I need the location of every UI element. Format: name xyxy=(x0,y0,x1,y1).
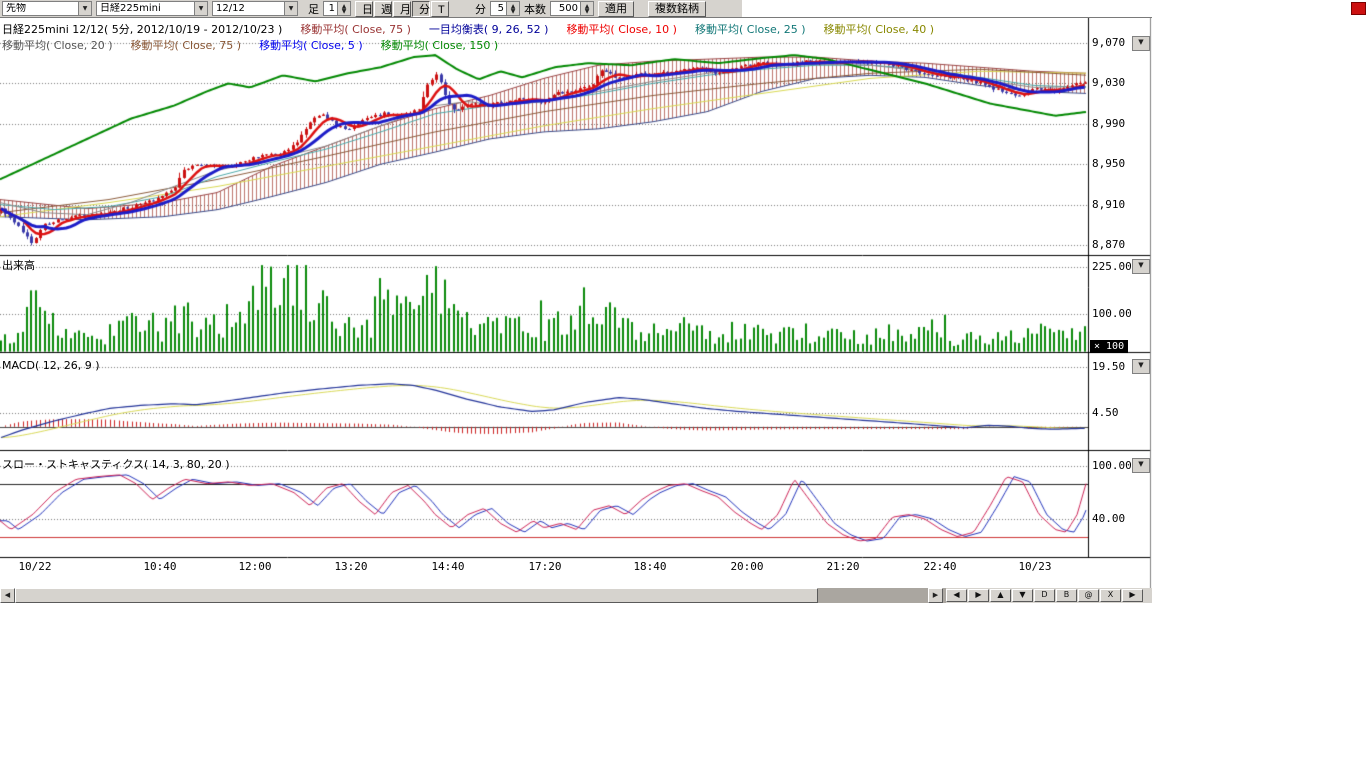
spinner-arrows-icon[interactable]: ▲▼ xyxy=(506,2,519,15)
legend-item: 移動平均( Close, 40 ) xyxy=(824,21,935,37)
chart-tool-button-7[interactable]: X xyxy=(1100,589,1121,602)
legend-row-2: 移動平均( Close, 20 ) 移動平均( Close, 75 ) 移動平均( … xyxy=(2,37,498,53)
minute-label: 分 xyxy=(475,1,486,17)
time-tick-label: 14:40 xyxy=(426,560,470,573)
macd-panel-title: MACD( 12, 26, 9 ) xyxy=(2,359,100,372)
symbol-value: 日経225mini xyxy=(97,3,194,15)
stochastics-panel-title: スロー・ストキャスティクス( 14, 3, 80, 20 ) xyxy=(2,456,230,472)
panel-scale-dropdown-1[interactable]: ▼ xyxy=(1132,259,1150,274)
chart-canvas[interactable] xyxy=(0,18,1152,588)
spinner-arrows-icon[interactable]: ▲▼ xyxy=(337,2,350,15)
axis-label: 8,870 xyxy=(1092,238,1146,251)
time-tick-label: 21:20 xyxy=(821,560,865,573)
panel-scale-dropdown-0[interactable]: ▼ xyxy=(1132,36,1150,51)
legend-item: 移動平均( Close, 20 ) xyxy=(2,37,113,53)
legend-item: 移動平均( Close, 25 ) xyxy=(695,21,806,37)
axis-label: 4.50 xyxy=(1092,406,1146,419)
panel-scale-dropdown-3[interactable]: ▼ xyxy=(1132,458,1150,473)
period-button-2[interactable]: 月 xyxy=(393,1,411,17)
legend-item: 一目均衡表( 9, 26, 52 ) xyxy=(429,21,549,37)
time-tick-label: 10:40 xyxy=(138,560,182,573)
period-button-group: 日週月分T xyxy=(355,1,449,17)
chart-tool-button-4[interactable]: D xyxy=(1034,589,1055,602)
period-button-4[interactable]: T xyxy=(431,1,449,17)
chevron-down-icon[interactable]: ▼ xyxy=(194,2,207,15)
scroll-right-button[interactable]: ▶ xyxy=(928,588,943,603)
panel-scale-dropdown-2[interactable]: ▼ xyxy=(1132,359,1150,374)
legend-item: 移動平均( Close, 10 ) xyxy=(566,21,677,37)
time-tick-label: 13:20 xyxy=(329,560,373,573)
bar-type-label: 足 xyxy=(308,1,319,17)
minute-value-input[interactable]: 5 ▲▼ xyxy=(490,1,520,16)
chart-scrollbar[interactable]: ◀ ▶ ◀▶▲▼DB@X▶ xyxy=(0,588,1152,603)
volume-multiplier-badge: × 100 xyxy=(1090,340,1128,353)
bar-count-input[interactable]: 500 ▲▼ xyxy=(550,1,594,16)
time-tick-label: 17:20 xyxy=(523,560,567,573)
period-button-3[interactable]: 分 xyxy=(412,1,430,17)
chart-tool-button-1[interactable]: ▶ xyxy=(968,589,989,602)
chart-tool-buttons: ◀▶▲▼DB@X▶ xyxy=(946,588,1152,603)
time-tick-label: 12:00 xyxy=(233,560,277,573)
instrument-type-select[interactable]: 先物 ▼ xyxy=(2,1,92,16)
axis-label: 9,030 xyxy=(1092,76,1146,89)
chevron-down-icon[interactable]: ▼ xyxy=(78,2,91,15)
apply-button[interactable]: 適用 xyxy=(598,1,634,17)
toolbar: 先物 ▼ 日経225mini ▼ 12/12 ▼ 足 1 ▲▼ 日週月分T 分 … xyxy=(0,0,1152,18)
chart-tool-button-8[interactable]: ▶ xyxy=(1122,589,1143,602)
legend-row-1: 日経225mini 12/12( 5分, 2012/10/19 - 2012/1… xyxy=(2,21,934,37)
chart-tool-button-2[interactable]: ▲ xyxy=(990,589,1011,602)
legend-item: 移動平均( Close, 75 ) xyxy=(300,21,411,37)
time-tick-label: 20:00 xyxy=(725,560,769,573)
axis-label: 8,990 xyxy=(1092,117,1146,130)
chart-tool-button-5[interactable]: B xyxy=(1056,589,1077,602)
scroll-left-button[interactable]: ◀ xyxy=(0,588,15,603)
axis-label: 8,910 xyxy=(1092,198,1146,211)
time-tick-label: 18:40 xyxy=(628,560,672,573)
legend-item: 移動平均( Close, 5 ) xyxy=(259,37,363,53)
legend-item: 移動平均( Close, 150 ) xyxy=(381,37,499,53)
axis-label: 100.00 xyxy=(1092,307,1146,320)
chevron-down-icon[interactable]: ▼ xyxy=(284,2,297,15)
toolbar-controls: 先物 ▼ 日経225mini ▼ 12/12 ▼ 足 1 ▲▼ 日週月分T 分 … xyxy=(0,0,742,17)
spinner-arrows-icon[interactable]: ▲▼ xyxy=(580,2,593,15)
axis-label: 40.00 xyxy=(1092,512,1146,525)
trading-app-window: 先物 ▼ 日経225mini ▼ 12/12 ▼ 足 1 ▲▼ 日週月分T 分 … xyxy=(0,0,1366,768)
bar-count-label: 本数 xyxy=(524,1,546,17)
period-button-0[interactable]: 日 xyxy=(355,1,373,17)
status-indicator-icon[interactable] xyxy=(1351,2,1366,15)
bar-multiplier-value: 1 xyxy=(324,3,337,15)
time-tick-label: 22:40 xyxy=(918,560,962,573)
time-tick-label: 10/22 xyxy=(13,560,57,573)
axis-label: 8,950 xyxy=(1092,157,1146,170)
bar-count-value: 500 xyxy=(551,3,580,15)
multi-symbol-button[interactable]: 複数銘柄 xyxy=(648,1,706,17)
contract-month-select[interactable]: 12/12 ▼ xyxy=(212,1,298,16)
chart-tool-button-3[interactable]: ▼ xyxy=(1012,589,1033,602)
period-button-1[interactable]: 週 xyxy=(374,1,392,17)
chart-tool-button-6[interactable]: @ xyxy=(1078,589,1099,602)
minute-value: 5 xyxy=(491,3,506,15)
legend-item: 日経225mini 12/12( 5分, 2012/10/19 - 2012/1… xyxy=(2,21,282,37)
scrollbar-thumb[interactable] xyxy=(15,588,818,603)
contract-month-value: 12/12 xyxy=(213,3,284,15)
instrument-type-value: 先物 xyxy=(3,3,78,15)
symbol-select[interactable]: 日経225mini ▼ xyxy=(96,1,208,16)
legend-item: 移動平均( Close, 75 ) xyxy=(131,37,242,53)
time-tick-label: 10/23 xyxy=(1013,560,1057,573)
chart-tool-button-0[interactable]: ◀ xyxy=(946,589,967,602)
bar-multiplier-input[interactable]: 1 ▲▼ xyxy=(323,1,351,16)
volume-panel-title: 出来高 xyxy=(2,257,35,273)
